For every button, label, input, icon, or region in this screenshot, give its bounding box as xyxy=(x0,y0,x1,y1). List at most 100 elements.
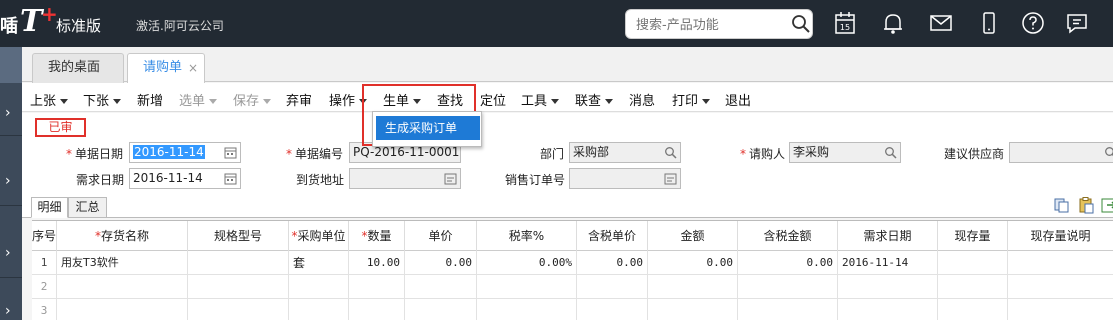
chevron-right-icon[interactable]: › xyxy=(5,303,11,319)
dept-field[interactable]: 采购部 xyxy=(569,142,681,163)
stock-note-cell[interactable] xyxy=(1008,275,1113,299)
stock-cell[interactable] xyxy=(938,251,1008,275)
need-date-cell[interactable] xyxy=(838,275,938,299)
requester-field[interactable]: 李采购 xyxy=(789,142,901,163)
doc-date-field[interactable]: 2016-11-14 xyxy=(129,142,241,163)
quantity-cell[interactable] xyxy=(349,299,405,320)
locate-button[interactable]: 定位 xyxy=(480,90,506,109)
column-header[interactable]: *存货名称 xyxy=(57,221,188,251)
column-header[interactable]: 含税金额 xyxy=(738,221,838,251)
item-name-cell[interactable]: 用友T3软件 xyxy=(57,251,188,275)
help-icon[interactable] xyxy=(1020,10,1046,36)
column-header[interactable]: 序号 xyxy=(32,221,57,251)
item-name-cell[interactable] xyxy=(57,275,188,299)
paste-icon[interactable] xyxy=(1077,196,1095,214)
search-icon[interactable] xyxy=(664,146,677,159)
column-header[interactable]: 含税单价 xyxy=(577,221,648,251)
amount-cell[interactable]: 0.00 xyxy=(648,251,738,275)
unit-cell[interactable]: 套 xyxy=(289,251,349,275)
supplier-field[interactable] xyxy=(1009,142,1113,163)
column-header[interactable]: *数量 xyxy=(349,221,405,251)
select-button[interactable]: 选单 xyxy=(179,90,218,109)
stock-cell[interactable] xyxy=(938,275,1008,299)
close-icon[interactable]: × xyxy=(188,54,198,82)
tax-price-cell[interactable]: 0.00 xyxy=(577,251,648,275)
global-search[interactable] xyxy=(625,9,813,39)
need-date-field[interactable]: 2016-11-14 xyxy=(129,168,241,189)
mobile-icon[interactable] xyxy=(976,10,1002,36)
notification-bell-icon[interactable] xyxy=(880,10,906,36)
spec-cell[interactable] xyxy=(188,275,289,299)
need-date-cell[interactable]: 2016-11-14 xyxy=(838,251,938,275)
search-icon[interactable] xyxy=(791,14,811,34)
left-nav-active-block[interactable] xyxy=(0,47,22,83)
column-header[interactable]: 金额 xyxy=(648,221,738,251)
message-button[interactable]: 消息 xyxy=(629,90,655,109)
chevron-right-icon[interactable]: › xyxy=(5,245,11,261)
tax-rate-cell[interactable] xyxy=(477,299,577,320)
column-header[interactable]: 单价 xyxy=(405,221,477,251)
print-menu[interactable]: 打印 xyxy=(672,90,711,109)
sales-order-field[interactable] xyxy=(569,168,681,189)
tax-amount-cell[interactable]: 0.00 xyxy=(738,251,838,275)
tax-amount-cell[interactable] xyxy=(738,275,838,299)
stock-cell[interactable] xyxy=(938,299,1008,320)
price-cell[interactable] xyxy=(405,275,477,299)
search-icon[interactable] xyxy=(1104,146,1113,159)
calendar-icon[interactable]: 15 xyxy=(832,10,858,36)
quantity-cell[interactable]: 10.00 xyxy=(349,251,405,275)
tab-my-desktop[interactable]: 我的桌面 xyxy=(32,53,124,83)
calendar-picker-icon[interactable] xyxy=(224,146,237,159)
table-row[interactable]: 1 用友T3软件 套 10.00 0.00 0.00% 0.00 0.00 0.… xyxy=(32,251,1113,275)
column-header[interactable]: 规格型号 xyxy=(188,221,289,251)
tools-menu[interactable]: 工具 xyxy=(521,90,560,109)
export-icon[interactable] xyxy=(1100,196,1113,214)
next-button[interactable]: 下张 xyxy=(83,90,122,109)
quantity-cell[interactable] xyxy=(349,275,405,299)
tab-detail[interactable]: 明细 xyxy=(31,197,68,218)
table-row[interactable]: 2 xyxy=(32,275,1113,299)
abandon-audit-button[interactable]: 弃审 xyxy=(286,90,312,109)
unit-cell[interactable] xyxy=(289,299,349,320)
search-input[interactable] xyxy=(636,16,786,34)
column-header[interactable]: 现存量 xyxy=(938,221,1008,251)
arrival-address-field[interactable] xyxy=(349,168,461,189)
exit-button[interactable]: 退出 xyxy=(725,90,751,109)
tax-price-cell[interactable] xyxy=(577,275,648,299)
column-header[interactable]: 需求日期 xyxy=(838,221,938,251)
copy-row-icon[interactable] xyxy=(1053,196,1071,214)
search-icon[interactable] xyxy=(884,146,897,159)
column-header[interactable]: 税率% xyxy=(477,221,577,251)
save-button[interactable]: 保存 xyxy=(233,90,272,109)
new-button[interactable]: 新增 xyxy=(137,90,163,109)
stock-note-cell[interactable] xyxy=(1008,251,1113,275)
price-cell[interactable]: 0.00 xyxy=(405,251,477,275)
edit-icon[interactable] xyxy=(664,172,677,185)
item-name-cell[interactable] xyxy=(57,299,188,320)
column-header[interactable]: *采购单位 xyxy=(289,221,349,251)
table-row[interactable]: 3 xyxy=(32,299,1113,320)
query-menu[interactable]: 联查 xyxy=(575,90,614,109)
chat-icon[interactable] xyxy=(1064,10,1090,36)
unit-cell[interactable] xyxy=(289,275,349,299)
spec-cell[interactable] xyxy=(188,299,289,320)
tab-summary[interactable]: 汇总 xyxy=(68,197,107,218)
tab-purchase-requisition[interactable]: 请购单 × xyxy=(127,53,205,83)
price-cell[interactable] xyxy=(405,299,477,320)
tax-rate-cell[interactable] xyxy=(477,275,577,299)
company-name[interactable]: 激活.阿可云公司 xyxy=(136,17,224,34)
tax-rate-cell[interactable]: 0.00% xyxy=(477,251,577,275)
amount-cell[interactable] xyxy=(648,299,738,320)
edit-icon[interactable] xyxy=(444,172,457,185)
menu-item-generate-purchase-order[interactable]: 生成采购订单 xyxy=(376,116,480,140)
tax-price-cell[interactable] xyxy=(577,299,648,320)
chevron-right-icon[interactable]: › xyxy=(5,173,11,189)
spec-cell[interactable] xyxy=(188,251,289,275)
need-date-cell[interactable] xyxy=(838,299,938,320)
calendar-picker-icon[interactable] xyxy=(224,172,237,185)
chevron-right-icon[interactable]: › xyxy=(5,105,11,121)
stock-note-cell[interactable] xyxy=(1008,299,1113,320)
tax-amount-cell[interactable] xyxy=(738,299,838,320)
mail-icon[interactable] xyxy=(928,10,954,36)
column-header[interactable]: 现存量说明 xyxy=(1008,221,1113,251)
